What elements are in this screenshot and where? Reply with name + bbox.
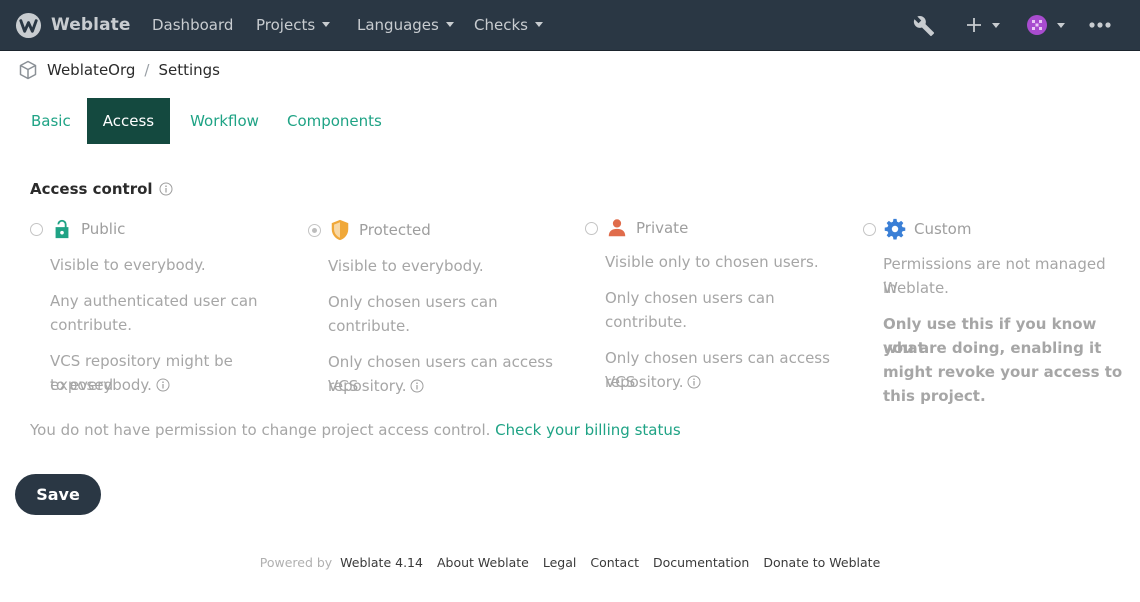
cube-icon [19, 60, 37, 80]
custom-desc-2: Weblate. [883, 279, 949, 297]
private-desc-visibility: Visible only to chosen users. [605, 253, 819, 271]
public-desc-vcs-2: to everybody. [50, 373, 290, 397]
footer-link-documentation[interactable]: Documentation [653, 555, 749, 570]
custom-warning-3: might revoke your access to [883, 363, 1123, 381]
access-option-protected[interactable]: Protected [308, 218, 558, 242]
nav-checks[interactable]: Checks [474, 15, 543, 35]
info-icon[interactable] [410, 379, 424, 393]
save-button[interactable]: Save [15, 474, 101, 515]
more-options-icon[interactable] [1089, 22, 1111, 28]
footer-link-about[interactable]: About Weblate [437, 555, 529, 570]
nav-projects[interactable]: Projects [256, 15, 331, 35]
protected-desc-vcs-2: repository. [328, 374, 568, 398]
public-radio[interactable] [30, 222, 43, 236]
public-title: Public [81, 220, 126, 238]
access-control-title: Access control [30, 180, 153, 198]
tab-access[interactable]: Access [86, 98, 171, 144]
breadcrumb: WeblateOrg / Settings [18, 59, 220, 81]
wrench-icon[interactable] [913, 15, 935, 37]
protected-desc-visibility: Visible to everybody. [328, 257, 484, 275]
private-radio[interactable] [585, 221, 598, 235]
footer-link-weblate-version[interactable]: Weblate 4.14 [340, 555, 423, 570]
access-option-private[interactable]: Private [585, 216, 835, 240]
avatar [1027, 15, 1047, 35]
nav-dashboard-label: Dashboard [152, 16, 234, 34]
permission-note-text: You do not have permission to change pro… [30, 421, 491, 439]
custom-warning-2: you are doing, enabling it [883, 339, 1102, 357]
footer-link-legal[interactable]: Legal [543, 555, 577, 570]
tab-basic[interactable]: Basic [15, 98, 87, 144]
brand[interactable]: Weblate [15, 11, 131, 39]
person-icon [608, 219, 626, 237]
tab-components[interactable]: Components [279, 98, 403, 144]
custom-warning-4: this project. [883, 387, 986, 405]
private-desc-contribute-1: Only chosen users can [605, 289, 775, 307]
breadcrumb-settings[interactable]: Settings [158, 61, 220, 79]
nav-projects-label: Projects [256, 16, 316, 34]
permission-note: You do not have permission to change pro… [30, 421, 681, 439]
protected-title: Protected [359, 221, 431, 239]
protected-radio[interactable] [308, 223, 321, 237]
info-icon[interactable] [156, 378, 170, 392]
public-desc-vcs-2-text: to everybody. [50, 376, 152, 394]
access-control-heading: Access control [30, 180, 173, 198]
nav-languages-label: Languages [357, 16, 439, 34]
shield-icon [331, 219, 349, 241]
private-desc-vcs-2: repository. [605, 370, 845, 394]
chevron-down-icon [445, 22, 454, 27]
user-menu[interactable] [1027, 15, 1066, 39]
brand-name: Weblate [51, 15, 131, 35]
custom-title: Custom [914, 220, 972, 238]
tab-workflow[interactable]: Workflow [170, 98, 279, 144]
access-option-public[interactable]: Public [30, 217, 280, 241]
public-desc-contribute-1: Any authenticated user can [50, 292, 258, 310]
chevron-down-icon [322, 22, 331, 27]
breadcrumb-separator: / [144, 61, 150, 79]
protected-desc-contribute-2: contribute. [328, 317, 411, 335]
footer: Powered by Weblate 4.14 About Weblate Le… [0, 555, 1140, 570]
nav-checks-label: Checks [474, 16, 528, 34]
plus-icon [967, 18, 981, 32]
custom-radio[interactable] [863, 222, 876, 236]
billing-status-link[interactable]: Check your billing status [495, 421, 681, 439]
add-menu[interactable] [966, 14, 1001, 40]
lock-open-icon [55, 219, 69, 239]
private-desc-contribute-2: contribute. [605, 313, 688, 331]
nav-dashboard[interactable]: Dashboard [152, 15, 233, 35]
top-navbar: Weblate Dashboard Projects Languages Che… [0, 0, 1140, 51]
chevron-down-icon [1057, 23, 1066, 28]
private-title: Private [636, 219, 689, 237]
public-desc-visibility: Visible to everybody. [50, 256, 206, 274]
chevron-down-icon [534, 22, 543, 27]
powered-by-label: Powered by [259, 555, 333, 570]
settings-tabs: Basic Access Workflow Components [15, 98, 403, 144]
chevron-down-icon [992, 23, 1001, 28]
footer-link-contact[interactable]: Contact [590, 555, 639, 570]
gear-icon [884, 218, 906, 240]
breadcrumb-project[interactable]: WeblateOrg [47, 61, 135, 79]
nav-languages[interactable]: Languages [357, 15, 454, 35]
info-icon[interactable] [159, 182, 173, 196]
protected-desc-vcs-2-text: repository. [328, 377, 407, 395]
info-icon[interactable] [687, 375, 701, 389]
access-option-custom[interactable]: Custom [863, 217, 1113, 241]
weblate-logo-icon [15, 12, 42, 38]
public-desc-contribute-2: contribute. [50, 316, 133, 334]
private-desc-vcs-2-text: repository. [605, 373, 684, 391]
footer-link-donate[interactable]: Donate to Weblate [763, 555, 880, 570]
protected-desc-contribute-1: Only chosen users can [328, 293, 498, 311]
